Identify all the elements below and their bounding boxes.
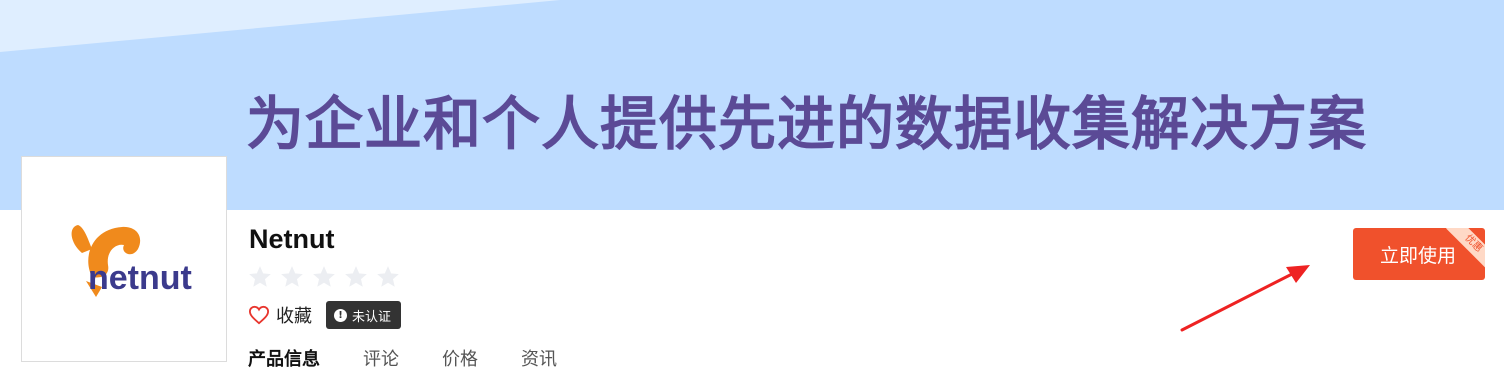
star-icon[interactable]	[279, 264, 305, 290]
tab-pricing[interactable]: 价格	[442, 346, 478, 374]
star-icon[interactable]	[375, 264, 401, 290]
product-tabs: 产品信息 评论 价格 资讯	[248, 346, 600, 374]
rating-stars[interactable]	[247, 264, 401, 290]
tab-product-info[interactable]: 产品信息	[248, 346, 320, 374]
product-title: Netnut	[249, 224, 335, 254]
product-logo: netnut	[21, 156, 227, 362]
use-now-button[interactable]: 立即使用 优惠	[1353, 228, 1485, 280]
tab-reviews[interactable]: 评论	[363, 346, 399, 374]
logo-wordmark: netnut	[88, 259, 192, 297]
alert-icon: !	[334, 308, 347, 322]
banner-headline: 为企业和个人提供先进的数据收集解决方案	[246, 90, 1368, 158]
star-icon[interactable]	[311, 264, 337, 290]
netnut-logo-icon: netnut	[71, 225, 192, 297]
use-now-label: 立即使用	[1379, 244, 1456, 267]
star-icon[interactable]	[247, 264, 273, 290]
verification-badge-label: 未认证	[352, 309, 392, 325]
favorite-label: 收藏	[276, 306, 312, 327]
annotation-arrow-icon	[1180, 265, 1310, 332]
favorite-button[interactable]: 收藏	[248, 302, 312, 328]
heart-icon	[248, 305, 270, 325]
verification-badge: ! 未认证	[326, 301, 402, 329]
star-icon[interactable]	[343, 264, 369, 290]
tab-news[interactable]: 资讯	[521, 346, 557, 374]
